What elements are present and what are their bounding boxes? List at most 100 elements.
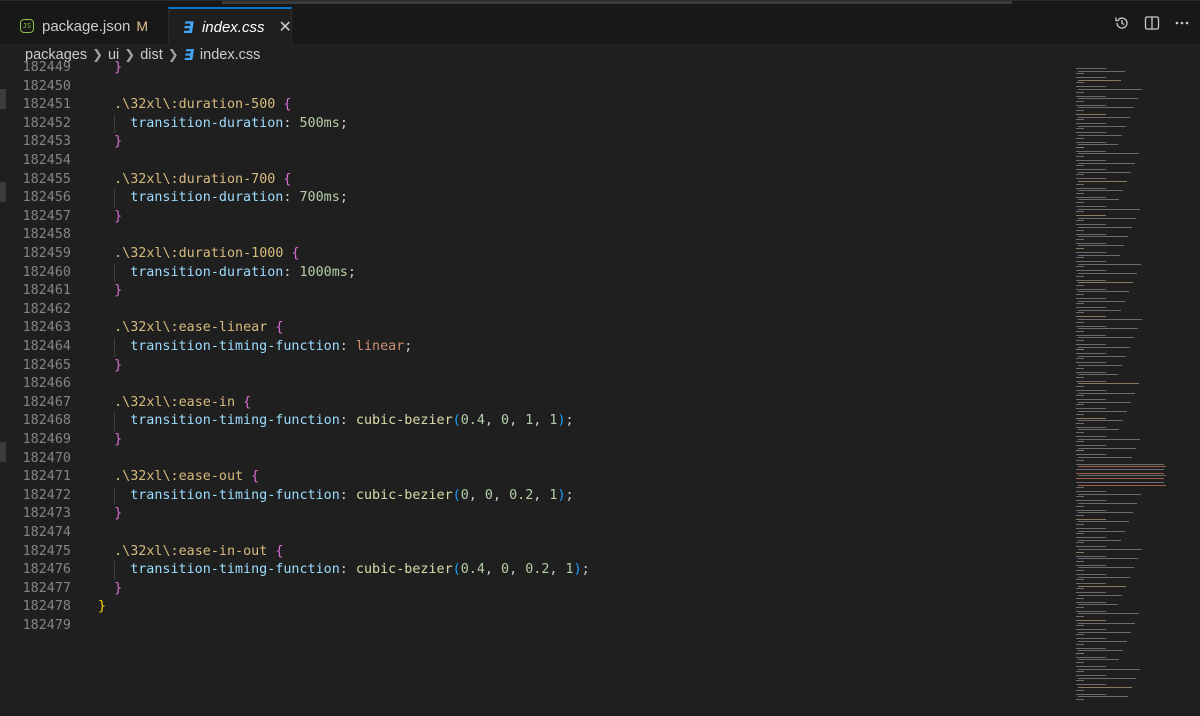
code-line[interactable]: 182464 transition-timing-function: linear…	[0, 338, 1070, 357]
minimap-line	[1078, 576, 1130, 578]
code-token: }	[114, 60, 123, 75]
minimap-line	[1076, 560, 1084, 562]
minimap-line	[1076, 422, 1084, 424]
minimap-line	[1076, 496, 1084, 498]
line-number: 182467	[22, 394, 71, 410]
code-line[interactable]: 182458	[0, 226, 1070, 245]
code-token: .\32xl\:ease-in-out	[114, 543, 276, 559]
minimap-line	[1076, 579, 1084, 581]
line-number: 182479	[22, 618, 71, 633]
minimap-line	[1078, 263, 1141, 265]
code-line[interactable]: 182457}	[0, 208, 1070, 227]
code-line[interactable]: 182476 transition-timing-function: cubic-…	[0, 561, 1070, 580]
code-token: {	[291, 246, 300, 261]
code-token: {	[243, 394, 252, 410]
code-line[interactable]: 182472 transition-timing-function: cubic-…	[0, 486, 1070, 506]
minimap-line	[1078, 604, 1118, 606]
code-line[interactable]: 182468 transition-timing-function: cubic-…	[0, 412, 1070, 431]
code-line[interactable]: 182455 .\32xl\:duration-700 {	[0, 171, 1070, 190]
minimap-line	[1078, 199, 1119, 201]
code-line[interactable]: 182450	[0, 78, 1070, 97]
code-token: ,	[468, 487, 485, 503]
code-token: ;	[565, 413, 574, 429]
code-token: transition-duration	[130, 264, 284, 280]
code-line[interactable]: 182479	[0, 617, 1070, 636]
minimap-line	[1076, 610, 1106, 612]
code-editor[interactable]: 182449} 182450 182451 .\32xl\:duration-500 …	[0, 60, 1070, 716]
line-number: 182451	[22, 97, 71, 113]
minimap-line	[1076, 450, 1084, 452]
line-number: 182456	[22, 190, 71, 206]
code-token: ,	[509, 413, 526, 429]
code-token: }	[114, 357, 123, 373]
minimap-line	[1076, 533, 1084, 535]
code-line[interactable]: 182478}	[0, 598, 1070, 617]
code-line[interactable]: 182460 transition-duration: 1000ms;	[0, 263, 1070, 283]
code-text: .\32xl\:ease-linear {	[114, 319, 283, 338]
minimap-line	[1078, 530, 1125, 532]
code-line[interactable]: 182475 .\32xl\:ease-in-out {	[0, 543, 1070, 562]
code-token: }	[98, 599, 107, 615]
split-editor-icon[interactable]	[1144, 15, 1160, 31]
code-line[interactable]: 182454	[0, 152, 1070, 171]
tab-package-json[interactable]: JS package.json M	[8, 7, 160, 45]
minimap-line	[1076, 137, 1084, 139]
code-line[interactable]: 182449}	[0, 59, 1070, 78]
minimap-line	[1076, 616, 1084, 617]
minimap-line	[1076, 294, 1084, 295]
code-text: }	[114, 431, 122, 450]
minimap-line	[1078, 144, 1118, 146]
code-token: cubic-bezier	[355, 487, 453, 503]
line-number: 182470	[22, 450, 71, 466]
minimap-line	[1076, 684, 1106, 686]
code-token: 1000ms	[299, 264, 348, 280]
code-line[interactable]: 182462	[0, 301, 1070, 320]
code-token: ,	[533, 413, 550, 429]
minimap-line	[1076, 592, 1106, 594]
minimap-line	[1076, 441, 1084, 443]
minimap-line	[1076, 298, 1106, 299]
code-line[interactable]: 182470	[0, 450, 1070, 469]
code-line[interactable]: 182469}	[0, 431, 1070, 450]
code-line[interactable]: 182451 .\32xl\:duration-500 {	[0, 96, 1070, 115]
code-token: ,	[484, 562, 502, 578]
code-line[interactable]: 182461}	[0, 282, 1070, 301]
code-line[interactable]: 182467 .\32xl\:ease-in {	[0, 394, 1070, 413]
minimap-line	[1076, 518, 1106, 520]
editor-actions	[1114, 15, 1190, 31]
minimap-line	[1076, 574, 1106, 575]
code-line[interactable]: 182465}	[0, 357, 1070, 376]
minimap-line	[1076, 542, 1084, 544]
minimap-line	[1076, 680, 1084, 682]
minimap-line	[1076, 597, 1084, 599]
code-line[interactable]: 182459 .\32xl\:duration-1000 {	[0, 245, 1070, 264]
tab-index-css[interactable]: ∃ index.css ✕	[168, 7, 292, 45]
code-line[interactable]: 182452 transition-duration: 500ms;	[0, 114, 1070, 134]
editor-window: JS package.json M ∃ index.css ✕ packages…	[0, 0, 1200, 716]
code-line[interactable]: 182463 .\32xl\:ease-linear {	[0, 319, 1070, 338]
minimap-line	[1076, 141, 1106, 143]
code-token: 0	[484, 487, 493, 503]
code-token: {	[283, 97, 292, 113]
code-line[interactable]: 182471 .\32xl\:ease-out {	[0, 468, 1070, 487]
minimap-line	[1076, 487, 1084, 489]
code-line[interactable]: 182456 transition-duration: 700ms;	[0, 189, 1070, 208]
minimap-line	[1078, 236, 1128, 238]
minimap-line	[1076, 500, 1106, 502]
minimap-line	[1076, 601, 1106, 603]
code-line[interactable]: 182477}	[0, 580, 1070, 599]
minimap-line	[1078, 539, 1121, 541]
timeline-icon[interactable]	[1114, 15, 1130, 31]
close-tab-icon[interactable]: ✕	[278, 17, 291, 37]
minimap[interactable]	[1072, 66, 1172, 706]
more-actions-icon[interactable]	[1174, 15, 1190, 31]
minimap-line	[1078, 650, 1123, 652]
code-token: 0.4	[460, 413, 485, 429]
code-line[interactable]: 182473}	[0, 505, 1070, 524]
line-number: 182452	[22, 115, 71, 131]
minimap-line	[1078, 328, 1138, 330]
code-line[interactable]: 182466	[0, 375, 1070, 394]
code-token: 0.2	[509, 487, 534, 503]
code-line[interactable]: 182453}	[0, 133, 1070, 152]
code-line[interactable]: 182474	[0, 524, 1070, 543]
